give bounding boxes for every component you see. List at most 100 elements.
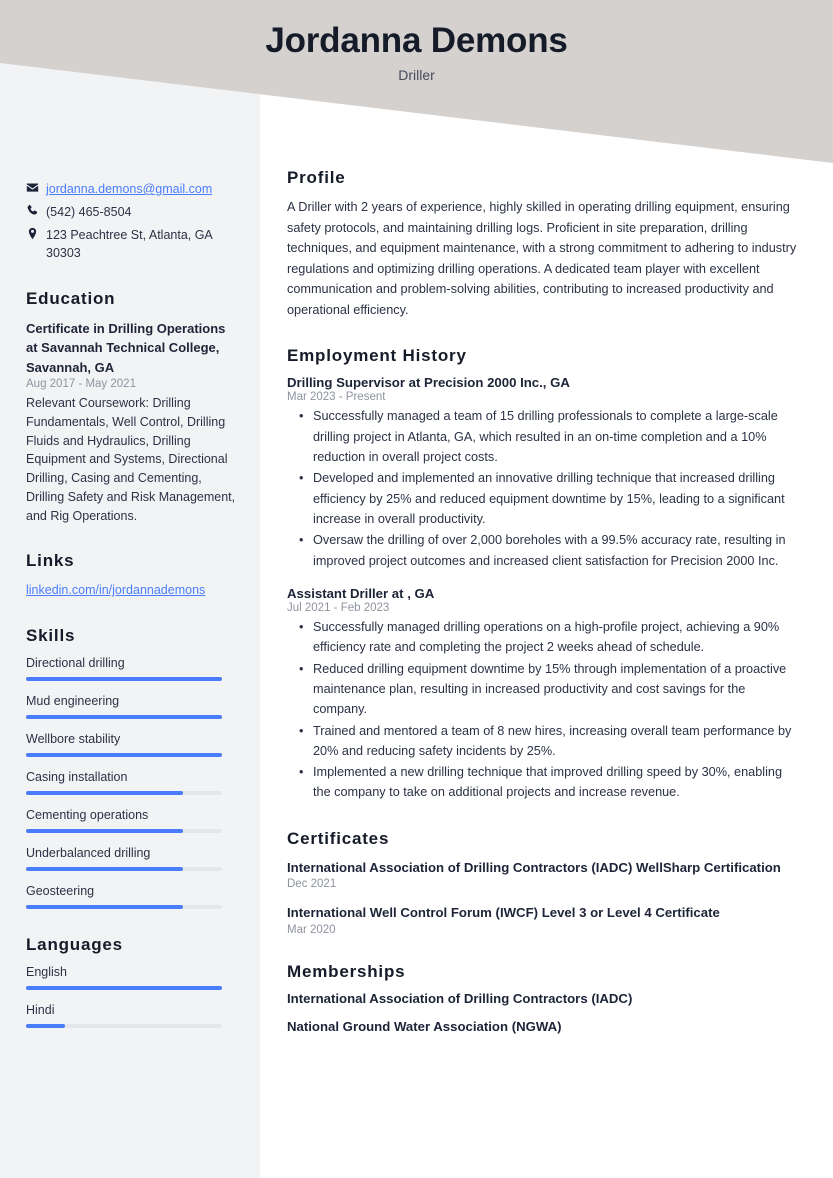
skill-label: Underbalanced drilling [26, 846, 151, 860]
profile-heading: Profile [287, 168, 346, 187]
skill-item: Underbalanced drilling [26, 846, 236, 871]
skill-item: Mud engineering [26, 694, 236, 719]
link-item: linkedin.com/in/jordannademons [26, 581, 236, 600]
education-title: Certificate in Drilling Operations at Sa… [26, 320, 226, 375]
job-entry: Assistant Driller at , GA Jul 2021 - Feb … [287, 586, 797, 803]
membership-entry: International Association of Drilling Co… [287, 990, 633, 1006]
job-bullet: Reduced drilling equipment downtime by 1… [299, 659, 797, 720]
linkedin-link[interactable]: linkedin.com/in/jordannademons [26, 583, 205, 597]
languages-heading: Languages [26, 935, 123, 954]
skill-bar-track [26, 715, 222, 719]
sidebar-section-languages: Languages English Hindi [26, 935, 236, 1028]
phone-icon [26, 203, 46, 217]
job-date: Mar 2023 - Present [287, 391, 386, 404]
contact-email-text: jordanna.demons@gmail.com [46, 180, 236, 198]
contact-list: jordanna.demons@gmail.com (542) 465-8504… [26, 180, 236, 263]
contact-item-address: 123 Peachtree St, Atlanta, GA 30303 [26, 226, 236, 262]
skills-list: Directional drilling Mud engineering Wellb… [26, 656, 236, 909]
skill-item: Casing installation [26, 770, 236, 795]
skill-bar-track [26, 677, 222, 681]
skill-bar-fill [26, 677, 222, 681]
email-link[interactable]: jordanna.demons@gmail.com [46, 182, 212, 196]
language-item: English [26, 965, 236, 990]
certificate-title: International Association of Drilling Co… [287, 859, 781, 875]
section-memberships: Memberships International Association of… [287, 962, 797, 1034]
links-heading: Links [26, 551, 75, 571]
job-bullet: Successfully managed a team of 15 drilli… [299, 406, 797, 467]
memberships-heading: Memberships [287, 961, 406, 981]
certificate-date: Mar 2020 [287, 923, 336, 936]
language-bar-fill [26, 1024, 66, 1028]
skill-item: Wellbore stability [26, 732, 236, 757]
sidebar-content: jordanna.demons@gmail.com (542) 465-8504… [26, 180, 236, 1041]
language-bar-track [26, 986, 222, 990]
job-bullet: Developed and implemented an innovative … [299, 468, 797, 529]
certificate-entry: International Association of Drilling Co… [287, 858, 797, 891]
certificates-list: International Association of Drilling Co… [287, 858, 797, 936]
skill-bar-fill [26, 715, 222, 719]
skill-bar-track [26, 867, 222, 871]
languages-list: English Hindi [26, 965, 236, 1028]
section-certificates: Certificates International Association o… [287, 829, 797, 936]
education-heading: Education [26, 288, 116, 308]
skill-item: Directional drilling [26, 656, 236, 681]
job-bullet: Oversaw the drilling of over 2,000 boreh… [299, 530, 797, 571]
candidate-name: Jordanna Demons [265, 21, 568, 60]
skill-bar-track [26, 791, 222, 795]
job-bullets: Successfully managed drilling operations… [287, 617, 797, 803]
skill-label: Casing installation [26, 770, 128, 784]
language-bar-fill [26, 986, 222, 990]
envelope-icon [26, 180, 46, 194]
language-item: Hindi [26, 1003, 236, 1028]
contact-item-phone: (542) 465-8504 [26, 203, 236, 221]
location-pin-icon [26, 226, 46, 240]
skill-bar-fill [26, 753, 222, 757]
contact-phone-text: (542) 465-8504 [46, 205, 132, 220]
certificate-title: International Well Control Forum (IWCF) … [287, 905, 720, 921]
education-description: Relevant Coursework: Drilling Fundamenta… [26, 396, 236, 523]
jobs-list: Drilling Supervisor at Precision 2000 In… [287, 375, 797, 802]
skill-bar-fill [26, 829, 183, 833]
job-title: Assistant Driller at , GA [287, 585, 435, 601]
language-bar-track [26, 1024, 222, 1028]
memberships-list: International Association of Drilling Co… [287, 991, 797, 1034]
skill-label: Geosteering [26, 884, 95, 898]
job-title: Drilling Supervisor at Precision 2000 In… [287, 375, 570, 391]
section-profile: Profile A Driller with 2 years of experi… [287, 168, 797, 320]
skill-bar-track [26, 753, 222, 757]
sidebar-section-links: Links linkedin.com/in/jordannademons [26, 551, 236, 600]
skill-bar-track [26, 905, 222, 909]
job-bullet: Successfully managed drilling operations… [299, 617, 797, 658]
main-column: Profile A Driller with 2 years of experi… [287, 168, 797, 1060]
profile-text: A Driller with 2 years of experience, hi… [287, 200, 797, 317]
sidebar-section-skills: Skills Directional drilling Mud engineeri… [26, 626, 236, 909]
job-date: Jul 2021 - Feb 2023 [287, 601, 390, 614]
education-date: Aug 2017 - May 2021 [26, 378, 136, 390]
skill-label: Cementing operations [26, 808, 149, 822]
certificate-entry: International Well Control Forum (IWCF) … [287, 903, 797, 936]
job-entry: Drilling Supervisor at Precision 2000 In… [287, 375, 797, 571]
skill-bar-fill [26, 791, 183, 795]
employment-heading: Employment History [287, 346, 467, 366]
skill-label: Directional drilling [26, 656, 125, 670]
skill-label: Mud engineering [26, 694, 120, 708]
header-banner-content: Jordanna Demons Driller [0, 0, 833, 82]
job-bullet: Implemented a new drilling technique tha… [299, 762, 797, 803]
skill-bar-track [26, 829, 222, 833]
certificate-date: Dec 2021 [287, 878, 337, 891]
language-label: Hindi [26, 1003, 55, 1017]
skill-item: Cementing operations [26, 808, 236, 833]
section-employment-history: Employment History Drilling Supervisor a… [287, 346, 797, 802]
skill-item: Geosteering [26, 884, 236, 909]
sidebar-section-education: Education Certificate in Drilling Operat… [26, 289, 236, 526]
contact-item-email: jordanna.demons@gmail.com [26, 180, 236, 198]
job-bullets: Successfully managed a team of 15 drilli… [287, 406, 797, 571]
skill-label: Wellbore stability [26, 732, 121, 746]
language-label: English [26, 965, 67, 979]
certificates-heading: Certificates [287, 828, 390, 848]
resume-page: Jordanna Demons Driller jordanna.demons@… [0, 0, 833, 1178]
education-item: Certificate in Drilling Operations at Sa… [26, 319, 236, 526]
skills-heading: Skills [26, 626, 76, 645]
skill-bar-fill [26, 905, 183, 909]
membership-entry: National Ground Water Association (NGWA) [287, 1018, 562, 1034]
